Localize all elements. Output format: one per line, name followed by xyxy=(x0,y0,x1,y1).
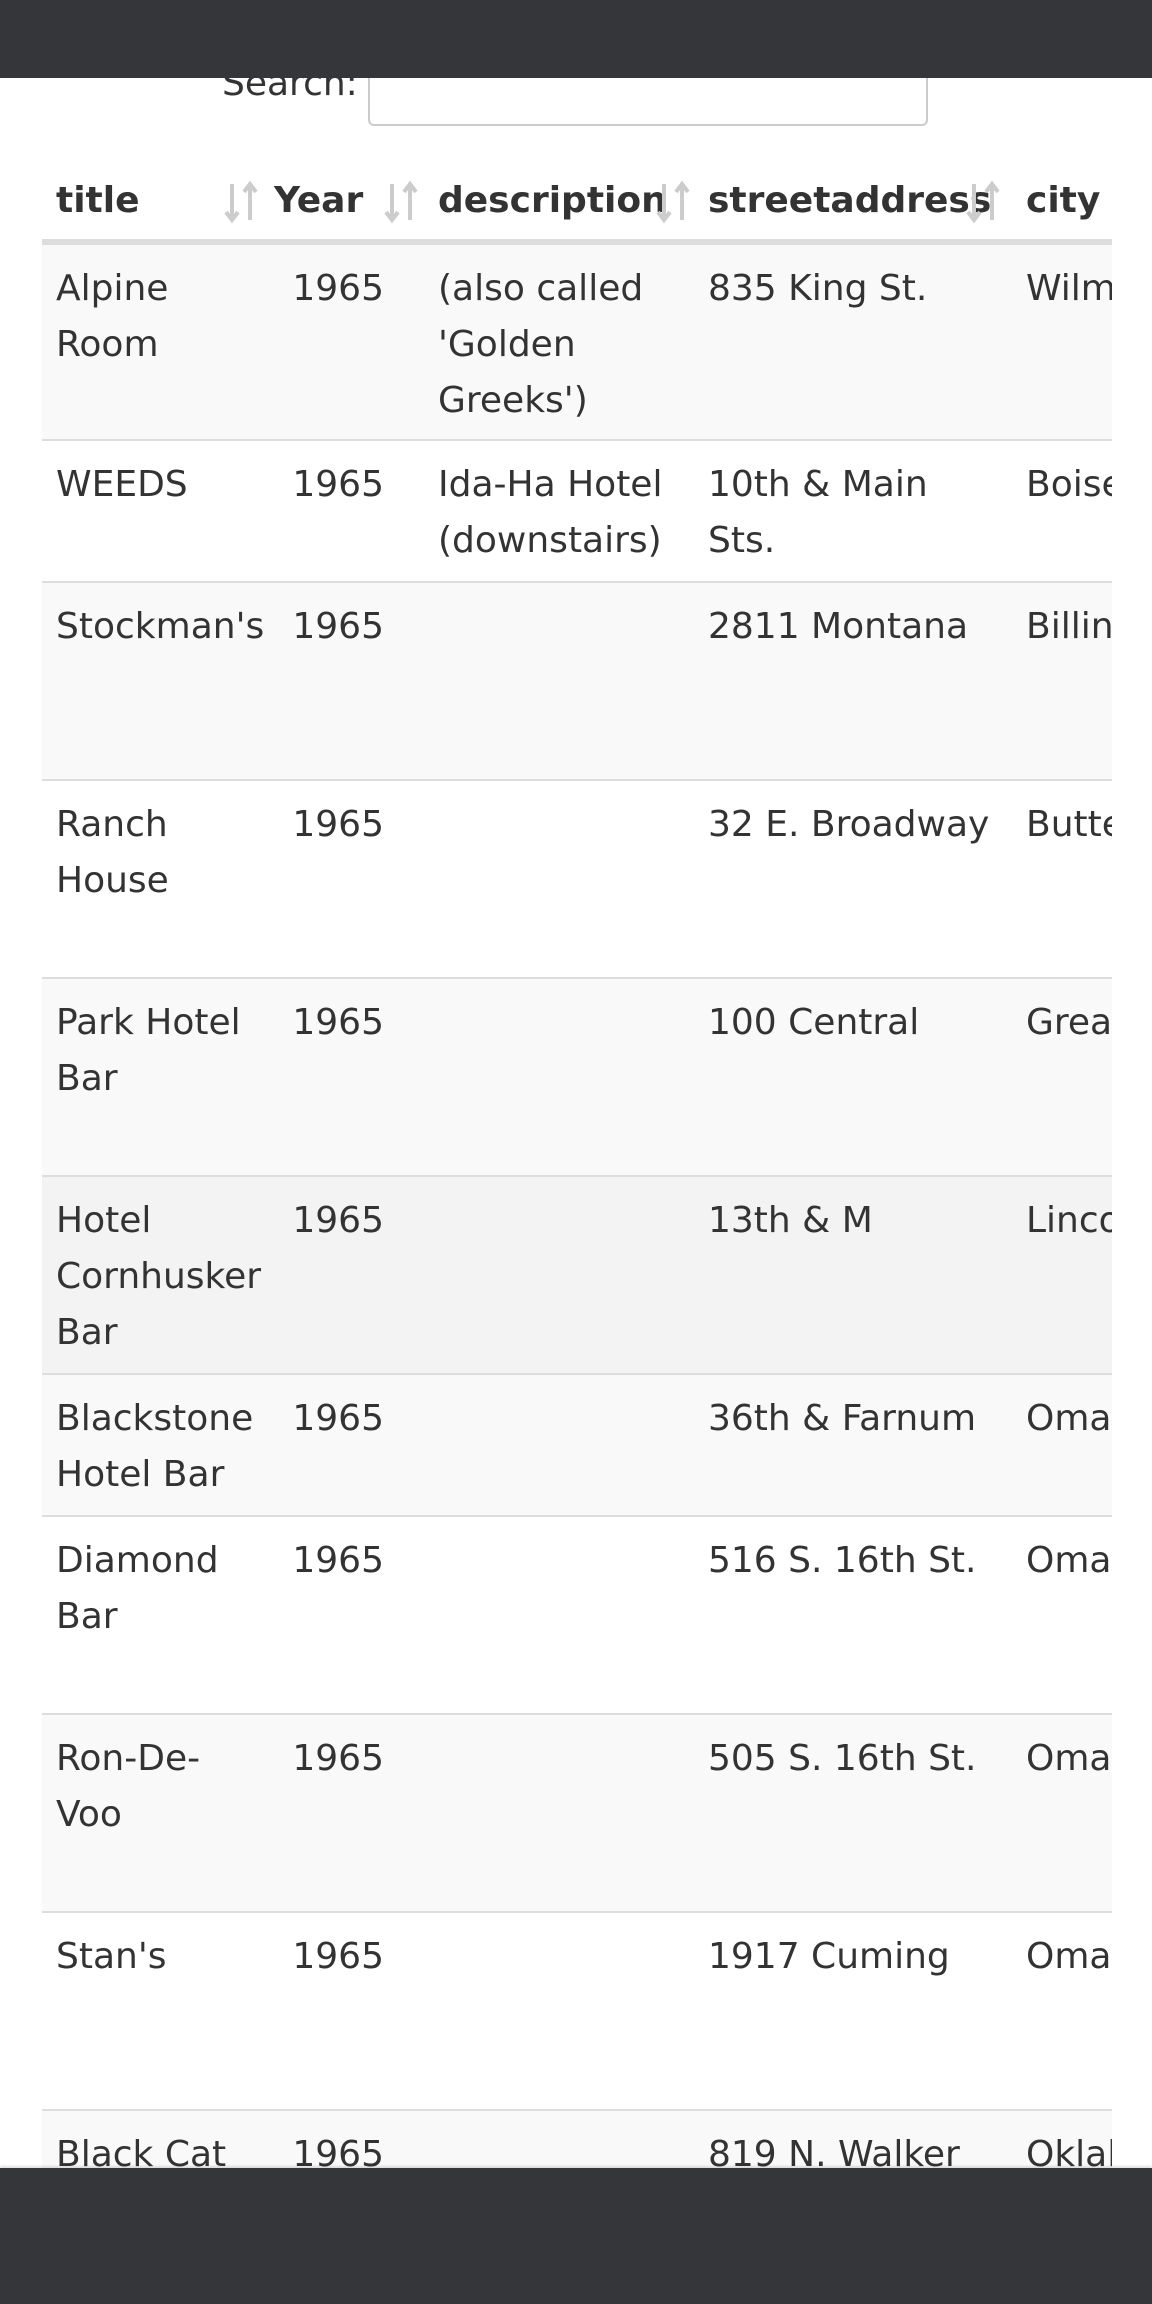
cell-year: 1965 xyxy=(274,1713,424,1912)
cell-streetaddress: 2811 Montana xyxy=(694,581,1012,780)
cell-city: Oma xyxy=(1012,1911,1112,2110)
sort-both-icon[interactable] xyxy=(654,180,694,224)
table-row[interactable]: Blackstone Hotel Bar 1965 36th & Farnum … xyxy=(42,1373,1112,1516)
table-row[interactable]: Alpine Room 1965 (also called 'Golden Gr… xyxy=(42,241,1112,440)
cell-city: Boise xyxy=(1012,439,1112,582)
cell-streetaddress: 13th & M xyxy=(694,1175,1012,1374)
cell-description: (also called 'Golden Greeks') xyxy=(424,241,694,440)
cell-description: Ida-Ha Hotel (downstairs) xyxy=(424,439,694,582)
cell-title: Blackstone Hotel Bar xyxy=(42,1373,274,1516)
table-row[interactable]: Ranch House 1965 32 E. Broadway Butte xyxy=(42,779,1112,978)
cell-title: Alpine Room xyxy=(42,241,274,440)
page-content: Search: title Year description streetadd… xyxy=(0,0,1152,2168)
table-row[interactable]: Ron-De-Voo 1965 505 S. 16th St. Oma xyxy=(42,1713,1112,1912)
cell-city: Oma xyxy=(1012,1515,1112,1714)
cell-description xyxy=(424,1713,694,1912)
column-header-label: title xyxy=(56,179,140,221)
cell-description xyxy=(424,1515,694,1714)
data-table-scroll[interactable]: title Year description streetaddress cit… xyxy=(42,162,1112,2168)
column-header-label: city xyxy=(1026,179,1101,221)
table-row[interactable]: WEEDS 1965 Ida-Ha Hotel (downstairs) 10t… xyxy=(42,439,1112,582)
column-header-streetaddress[interactable]: streetaddress xyxy=(694,162,1012,245)
cell-year: 1965 xyxy=(274,779,424,978)
browser-top-bar xyxy=(0,0,1152,78)
cell-city: Oklal xyxy=(1012,2109,1112,2168)
cell-year: 1965 xyxy=(274,977,424,1176)
cell-title: Black Cat xyxy=(42,2109,274,2168)
cell-city: Oma xyxy=(1012,1373,1112,1516)
cell-year: 1965 xyxy=(274,1175,424,1374)
table-row[interactable]: Hotel Cornhusker Bar 1965 13th & M Linco xyxy=(42,1175,1112,1374)
cell-streetaddress: 516 S. 16th St. xyxy=(694,1515,1012,1714)
cell-streetaddress: 32 E. Broadway xyxy=(694,779,1012,978)
cell-city: Wilm xyxy=(1012,241,1112,440)
cell-streetaddress: 100 Central xyxy=(694,977,1012,1176)
table-row[interactable]: Park Hotel Bar 1965 100 Central Grea xyxy=(42,977,1112,1176)
table-row[interactable]: Stockman's 1965 2811 Montana Billin xyxy=(42,581,1112,780)
cell-streetaddress: 835 King St. xyxy=(694,241,1012,440)
sort-both-icon[interactable] xyxy=(222,180,262,224)
cell-description xyxy=(424,779,694,978)
cell-city: Billin xyxy=(1012,581,1112,780)
cell-description xyxy=(424,977,694,1176)
cell-title: Stan's xyxy=(42,1911,274,2110)
cell-city: Grea xyxy=(1012,977,1112,1176)
cell-year: 1965 xyxy=(274,241,424,440)
browser-bottom-bar xyxy=(0,2168,1152,2304)
cell-title: Hotel Cornhusker Bar xyxy=(42,1175,274,1374)
cell-year: 1965 xyxy=(274,1515,424,1714)
cell-title: Stockman's xyxy=(42,581,274,780)
table-row[interactable]: Diamond Bar 1965 516 S. 16th St. Oma xyxy=(42,1515,1112,1714)
cell-streetaddress: 10th & Main Sts. xyxy=(694,439,1012,582)
column-header-city[interactable]: city xyxy=(1012,162,1112,245)
column-header-year[interactable]: Year xyxy=(274,162,424,245)
cell-streetaddress: 505 S. 16th St. xyxy=(694,1713,1012,1912)
column-header-label: Year xyxy=(274,179,364,221)
cell-description xyxy=(424,2109,694,2168)
cell-streetaddress: 1917 Cuming xyxy=(694,1911,1012,2110)
cell-streetaddress: 36th & Farnum xyxy=(694,1373,1012,1516)
sort-both-icon[interactable] xyxy=(382,180,422,224)
cell-city: Butte xyxy=(1012,779,1112,978)
cell-year: 1965 xyxy=(274,2109,424,2168)
cell-year: 1965 xyxy=(274,581,424,780)
cell-description xyxy=(424,1911,694,2110)
cell-title: Park Hotel Bar xyxy=(42,977,274,1176)
table-header-row: title Year description streetaddress cit… xyxy=(42,162,1112,245)
sort-both-icon[interactable] xyxy=(964,180,1004,224)
cell-year: 1965 xyxy=(274,1373,424,1516)
data-table: title Year description streetaddress cit… xyxy=(42,162,1112,2168)
cell-title: Ron-De-Voo xyxy=(42,1713,274,1912)
cell-streetaddress: 819 N. Walker xyxy=(694,2109,1012,2168)
cell-title: Diamond Bar xyxy=(42,1515,274,1714)
cell-description xyxy=(424,1373,694,1516)
table-row[interactable]: Stan's 1965 1917 Cuming Oma xyxy=(42,1911,1112,2110)
cell-year: 1965 xyxy=(274,1911,424,2110)
cell-title: WEEDS xyxy=(42,439,274,582)
cell-description xyxy=(424,1175,694,1374)
cell-description xyxy=(424,581,694,780)
column-header-title[interactable]: title xyxy=(42,162,274,245)
column-header-description[interactable]: description xyxy=(424,162,694,245)
cell-city: Oma xyxy=(1012,1713,1112,1912)
cell-city: Linco xyxy=(1012,1175,1112,1374)
cell-year: 1965 xyxy=(274,439,424,582)
column-header-label: description xyxy=(438,179,667,221)
column-header-label: streetaddress xyxy=(708,179,992,221)
cell-title: Ranch House xyxy=(42,779,274,978)
table-row[interactable]: Black Cat 1965 819 N. Walker Oklal xyxy=(42,2109,1112,2168)
